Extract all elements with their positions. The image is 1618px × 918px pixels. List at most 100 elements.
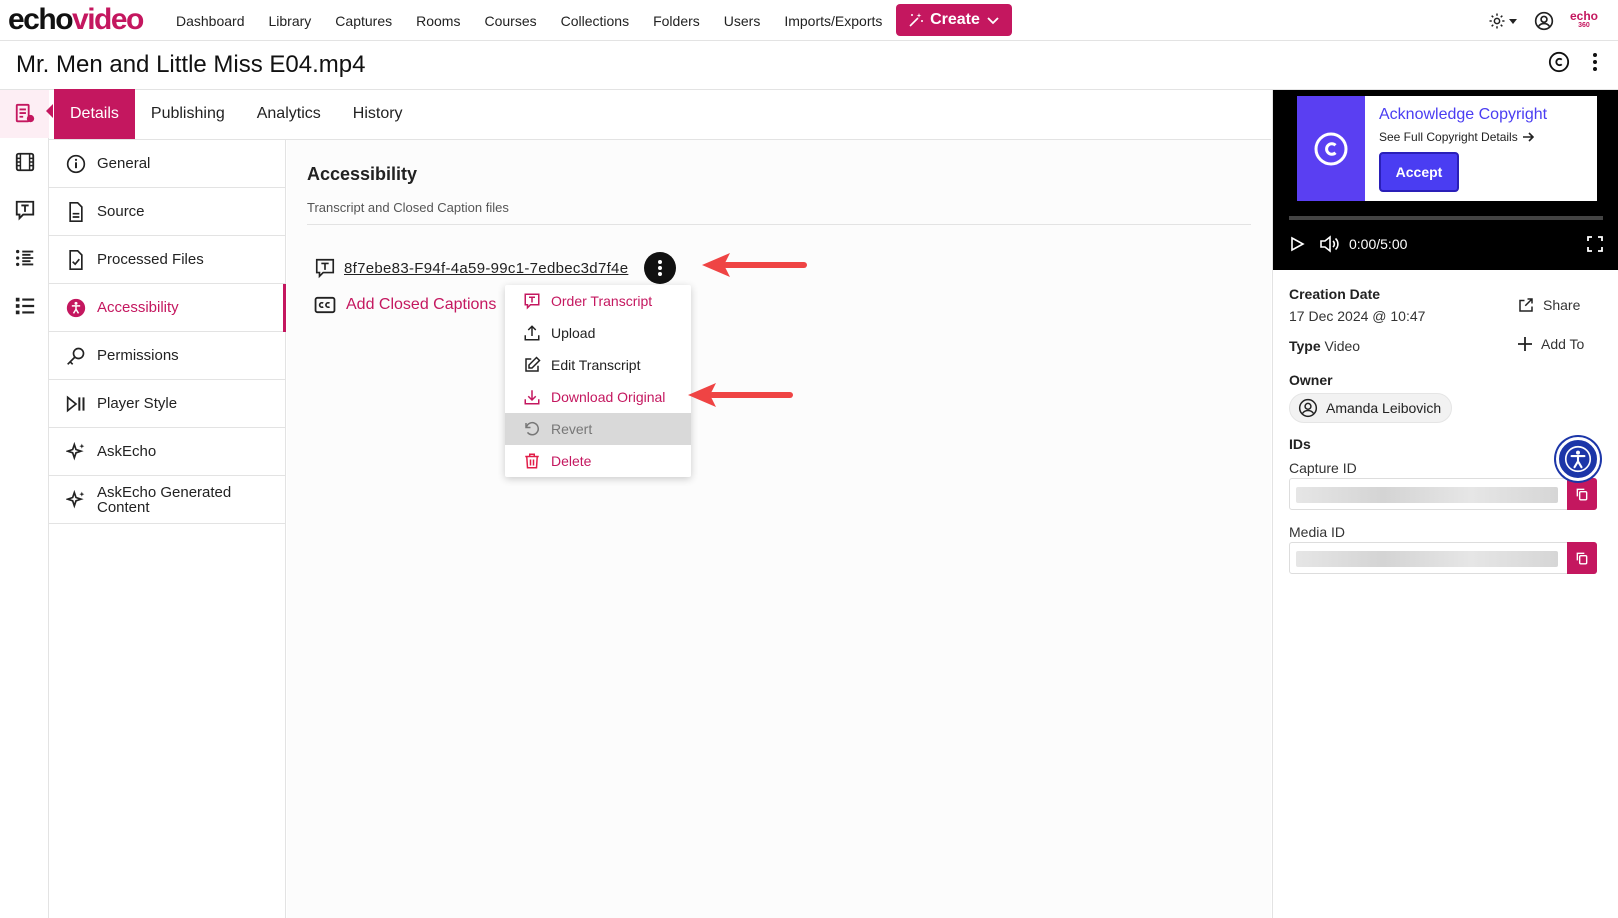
play-icon[interactable] [1289,236,1305,252]
nav-rooms[interactable]: Rooms [416,13,460,29]
menu-upload[interactable]: Upload [505,317,691,349]
copyright-card: Acknowledge Copyright See Full Copyright… [1297,96,1597,201]
file-check-icon [69,249,83,270]
submenu-askecho-generated-content[interactable]: AskEcho Generated Content [49,476,285,524]
nav-collections[interactable]: Collections [561,13,629,29]
accessibility-widget-button[interactable] [1556,437,1600,481]
revert-icon [525,421,539,436]
copyright-icon[interactable] [1548,51,1570,73]
upload-icon [524,325,540,341]
arrow-right-icon [1522,132,1534,142]
section-title: Accessibility [307,164,418,184]
nav-links: Dashboard Library Captures Rooms Courses… [176,0,906,41]
create-button[interactable]: Create [896,4,1012,36]
title-bar: Mr. Men and Little Miss E04.mp4 [0,41,1618,90]
echo360-logo[interactable]: echo 360 [1570,10,1598,31]
menu-edit-transcript[interactable]: Edit Transcript [505,349,691,381]
top-icons: echo 360 [1488,0,1598,41]
submenu-accessibility[interactable]: Accessibility [49,284,286,332]
capture-id-field[interactable] [1289,478,1597,510]
submenu-general[interactable]: General [49,140,285,188]
nav-dashboard[interactable]: Dashboard [176,13,245,29]
copy-media-id-button[interactable] [1567,542,1597,574]
menu-download-original[interactable]: Download Original [505,381,691,413]
list-icon [15,249,33,267]
tab-publishing[interactable]: Publishing [135,89,241,139]
copy-capture-id-button[interactable] [1567,478,1597,510]
file-options-dropdown: Order Transcript Upload Edit Transcript … [505,285,691,477]
page-title: Mr. Men and Little Miss E04.mp4 [16,51,366,78]
top-navigation: echovideo Dashboard Library Captures Roo… [0,0,1618,41]
magic-wand-icon [909,13,924,27]
tab-bar: Details Publishing Analytics History [49,89,1271,140]
creation-date-value: 17 Dec 2024 @ 10:47 [1289,308,1426,324]
nav-users[interactable]: Users [724,13,761,29]
nav-captures[interactable]: Captures [335,13,392,29]
menu-delete[interactable]: Delete [505,445,691,477]
accessibility-person-icon [1564,445,1592,473]
rail-outline[interactable] [0,282,49,330]
video-player: Acknowledge Copyright See Full Copyright… [1273,90,1618,270]
transcript-icon [15,200,34,221]
edit-icon [525,356,541,372]
rail-details[interactable] [0,90,53,138]
user-account-icon[interactable] [1534,11,1554,31]
menu-order-transcript[interactable]: Order Transcript [505,285,691,317]
details-submenu: General Source Processed Files Accessibi… [49,140,286,918]
add-to-button[interactable]: Add To [1517,336,1584,352]
info-icon [66,154,86,173]
transcript-icon [315,258,335,279]
transcript-file-link[interactable]: 8f7ebe83-F94f-4a59-99c1-7edbec3d7f4e [344,260,628,277]
section-subtitle: Transcript and Closed Caption files [307,200,509,215]
nav-imports-exports[interactable]: Imports/Exports [784,13,882,29]
gear-icon [1489,13,1505,28]
file-icon [69,201,83,222]
tab-history[interactable]: History [337,89,419,139]
menu-revert[interactable]: Revert [505,413,691,445]
transcript-icon [524,293,540,310]
nav-library[interactable]: Library [269,13,312,29]
sparkle-icon [66,489,85,508]
settings-menu[interactable] [1488,12,1518,30]
details-document-icon [15,103,34,123]
key-icon [67,347,85,365]
list-bullets-icon [15,297,34,315]
user-icon [1298,398,1318,418]
video-time: 0:00/5:00 [1349,236,1408,252]
tab-details[interactable]: Details [54,89,135,139]
more-vertical-icon [658,260,663,276]
fullscreen-icon[interactable] [1587,236,1603,252]
tab-analytics[interactable]: Analytics [241,89,337,139]
video-progress-bar[interactable] [1289,216,1603,220]
share-button[interactable]: Share [1517,296,1580,314]
copyright-details-link[interactable]: See Full Copyright Details [1379,130,1547,144]
submenu-processed-files[interactable]: Processed Files [49,236,285,284]
chevron-down-icon [987,17,999,25]
copyright-icon [1314,132,1348,165]
copy-icon [1576,488,1588,501]
submenu-permissions[interactable]: Permissions [49,332,285,380]
rail-chapters[interactable] [0,234,49,282]
right-panel: Acknowledge Copyright See Full Copyright… [1272,90,1618,918]
more-vertical-icon[interactable] [1592,52,1598,72]
echovideo-logo[interactable]: echovideo [8,2,144,38]
capture-id-label: Capture ID [1289,460,1357,476]
share-icon [1519,298,1533,312]
add-closed-captions-button[interactable]: Add Closed Captions [314,296,496,314]
accept-button[interactable]: Accept [1379,152,1459,192]
download-icon [524,390,540,405]
nav-folders[interactable]: Folders [653,13,700,29]
plus-icon [1518,337,1532,351]
copy-icon [1576,552,1588,565]
submenu-source[interactable]: Source [49,188,285,236]
rail-media[interactable] [0,138,49,186]
submenu-askecho[interactable]: AskEcho [49,428,285,476]
file-options-button[interactable] [644,252,677,284]
rail-transcript[interactable] [0,186,49,234]
volume-icon[interactable] [1319,235,1339,253]
submenu-player-style[interactable]: Player Style [49,380,285,428]
media-id-field[interactable] [1289,542,1597,574]
owner-chip[interactable]: Amanda Leibovich [1289,393,1453,423]
nav-courses[interactable]: Courses [484,13,536,29]
trash-icon [525,453,539,469]
